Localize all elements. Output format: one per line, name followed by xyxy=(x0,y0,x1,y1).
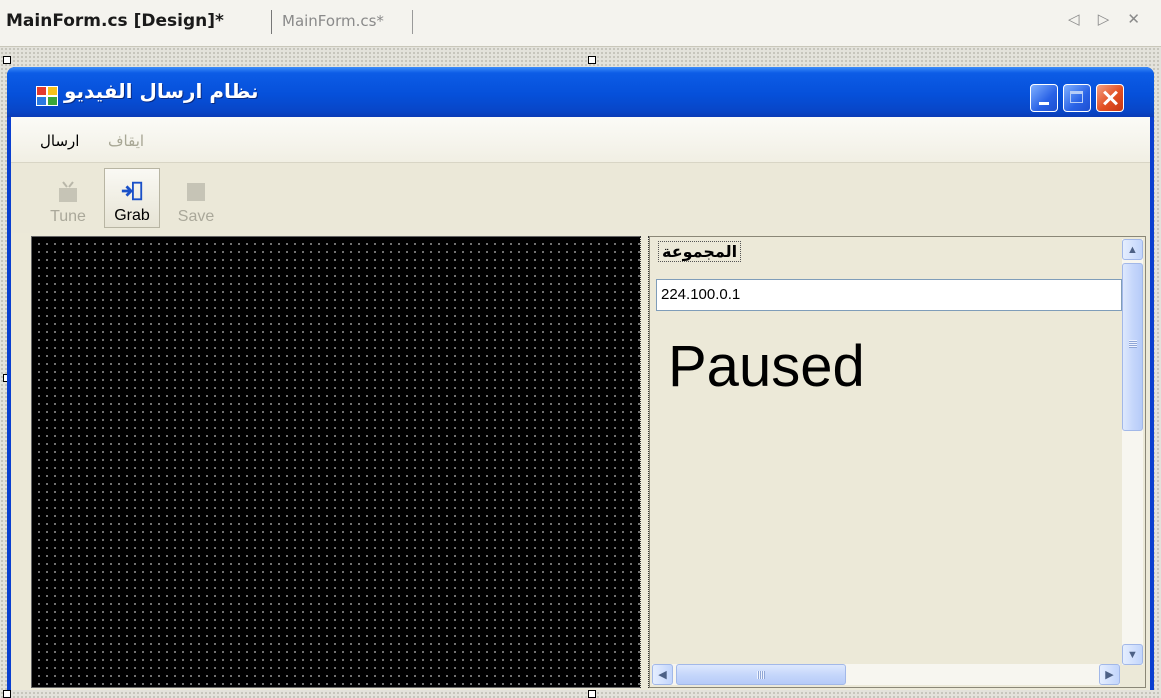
grab-button[interactable]: Grab xyxy=(104,168,160,228)
tab-divider xyxy=(271,10,272,34)
tv-icon xyxy=(56,180,80,204)
main-form-window: نظام ارسال الفيديو ارسال ايقاف Tune Grab… xyxy=(7,67,1154,690)
resize-handle-bottom[interactable] xyxy=(588,690,596,698)
tab-code-view[interactable]: MainForm.cs* xyxy=(282,12,384,30)
horizontal-scroll-thumb[interactable] xyxy=(676,664,846,685)
minimize-button[interactable] xyxy=(1030,84,1058,112)
grab-button-label: Grab xyxy=(114,207,150,224)
group-label: المجموعة xyxy=(658,241,742,262)
form-client-area: ارسال ايقاف Tune Grab Save المجموعة 224.… xyxy=(11,117,1150,690)
panel-splitter[interactable] xyxy=(640,236,649,688)
video-preview-panel[interactable] xyxy=(31,236,641,688)
save-icon xyxy=(184,180,208,204)
menu-item-send[interactable]: ارسال xyxy=(40,132,79,150)
resize-handle-top[interactable] xyxy=(588,56,596,64)
scroll-left-icon[interactable]: ◀ xyxy=(652,664,673,685)
tune-button-label: Tune xyxy=(50,208,86,225)
status-text: Paused xyxy=(668,334,865,399)
toolbar: Tune Grab Save xyxy=(11,163,1150,233)
menu-bar: ارسال ايقاف xyxy=(11,117,1150,163)
group-address-field[interactable]: 224.100.0.1 xyxy=(656,279,1122,311)
tab-navigation-icons[interactable]: ◁ ▷ ✕ xyxy=(1068,10,1147,28)
document-tab-strip: MainForm.cs [Design]* MainForm.cs* ◁ ▷ ✕ xyxy=(0,0,1161,47)
save-button[interactable]: Save xyxy=(168,168,224,228)
horizontal-scrollbar[interactable]: ◀ ▶ xyxy=(652,664,1120,685)
scroll-up-icon[interactable]: ▲ xyxy=(1122,239,1143,260)
close-button[interactable] xyxy=(1096,84,1124,112)
maximize-button[interactable] xyxy=(1063,84,1091,112)
resize-handle-top-left[interactable] xyxy=(3,56,11,64)
settings-panel: المجموعة 224.100.0.1 Paused ▲ ▼ ◀ ▶ xyxy=(649,236,1146,688)
vertical-scroll-thumb[interactable] xyxy=(1122,263,1143,431)
scroll-right-icon[interactable]: ▶ xyxy=(1099,664,1120,685)
save-button-label: Save xyxy=(177,208,215,225)
vertical-scrollbar[interactable]: ▲ ▼ xyxy=(1122,239,1143,665)
resize-handle-bottom-left[interactable] xyxy=(3,690,11,698)
form-titlebar[interactable]: نظام ارسال الفيديو xyxy=(7,67,1154,117)
scroll-down-icon[interactable]: ▼ xyxy=(1122,644,1143,665)
menu-item-stop[interactable]: ايقاف xyxy=(108,132,144,150)
form-title: نظام ارسال الفيديو xyxy=(64,79,259,103)
grab-arrow-icon xyxy=(120,179,144,203)
tune-button[interactable]: Tune xyxy=(40,168,96,228)
app-form-icon xyxy=(36,86,58,106)
tab-design-view[interactable]: MainForm.cs [Design]* xyxy=(6,11,224,31)
tab-divider xyxy=(412,10,413,34)
